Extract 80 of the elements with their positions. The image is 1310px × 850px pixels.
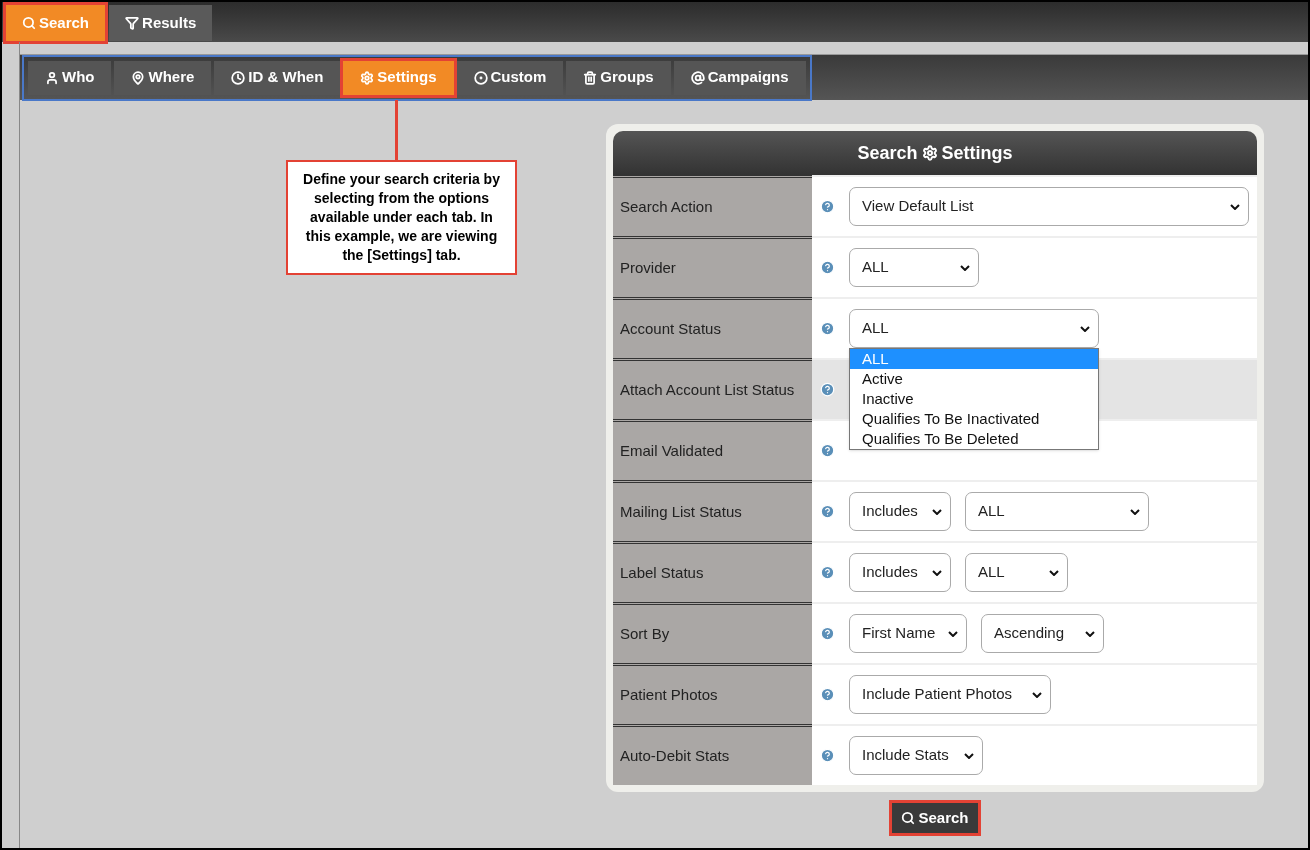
filter-icon: [125, 16, 140, 30]
help-icon[interactable]: [820, 504, 835, 519]
select-value: Includes: [862, 562, 918, 583]
row-label: Search Action: [613, 175, 812, 236]
chevron-down-icon: [1130, 508, 1140, 515]
select-field[interactable]: ALL: [965, 492, 1149, 531]
select-field[interactable]: Include Stats: [849, 736, 983, 775]
help-icon[interactable]: [820, 260, 835, 275]
select-field[interactable]: First Name: [849, 614, 967, 653]
help-icon[interactable]: [820, 687, 835, 702]
dropdown-option[interactable]: Active: [850, 369, 1098, 389]
panel-title: Settings: [941, 141, 1013, 165]
select-value: View Default List: [862, 196, 974, 217]
tab[interactable]: Custom: [456, 60, 564, 95]
callout-leader-line: [395, 100, 398, 160]
search-button[interactable]: Search: [892, 803, 978, 833]
select-value: ALL: [862, 318, 889, 339]
select-field[interactable]: Includes: [849, 492, 951, 531]
help-icon[interactable]: [820, 382, 835, 397]
help-icon[interactable]: [820, 321, 835, 336]
tab[interactable]: Campaigns: [673, 60, 806, 95]
select-field[interactable]: Includes: [849, 553, 951, 592]
row-label: Patient Photos: [613, 663, 812, 724]
select-value: ALL: [978, 562, 1005, 583]
select-field[interactable]: View Default List: [849, 187, 1249, 226]
chevron-down-icon: [1049, 569, 1059, 576]
chevron-down-icon: [932, 508, 942, 515]
help-icon[interactable]: [820, 443, 835, 458]
select-value: ALL: [862, 257, 889, 278]
settings-icon: [360, 70, 375, 85]
user-icon: [45, 70, 59, 85]
row-label: Attach Account List Status: [613, 358, 812, 419]
chevron-down-icon: [1230, 203, 1240, 210]
tab[interactable]: Where: [114, 60, 212, 95]
chevron-down-icon: [932, 569, 942, 576]
select-value: ALL: [978, 501, 1005, 522]
map-pin-icon: [131, 70, 146, 85]
callout-box: Define your search criteria by selecting from the options available under each tab. In this example, we are viewing the [Settings] tab.: [286, 160, 517, 275]
tab[interactable]: Who: [28, 60, 112, 95]
target-icon: [473, 70, 488, 85]
help-icon[interactable]: [820, 565, 835, 580]
select-field[interactable]: ALL: [849, 309, 1099, 348]
dropdown-option[interactable]: Inactive: [850, 389, 1098, 409]
at-sign-icon: [690, 70, 705, 85]
bucket-icon: [583, 70, 598, 85]
search-icon: [901, 811, 916, 825]
select-value: Include Stats: [862, 745, 949, 766]
row-label: Mailing List Status: [613, 480, 812, 541]
dropdown-option[interactable]: Qualifies To Be Inactivated: [850, 409, 1098, 429]
select-field[interactable]: Ascending: [981, 614, 1104, 653]
row-label: Account Status: [613, 297, 812, 358]
row-label: Auto-Debit Stats: [613, 724, 812, 785]
chevron-down-icon: [960, 264, 970, 271]
select-field[interactable]: ALL: [849, 248, 979, 287]
row-label: Label Status: [613, 541, 812, 602]
help-icon[interactable]: [820, 748, 835, 763]
search-icon: [22, 16, 36, 30]
select-value: Include Patient Photos: [862, 684, 1013, 705]
tab[interactable]: Groups: [566, 60, 671, 95]
tab[interactable]: ID & When: [214, 60, 341, 95]
select-field[interactable]: ALL: [965, 553, 1068, 592]
help-icon[interactable]: [820, 199, 835, 214]
dropdown-option[interactable]: Qualifies To Be Deleted: [850, 429, 1098, 449]
chevron-down-icon: [1080, 325, 1090, 332]
chevron-down-icon: [964, 752, 974, 759]
chevron-down-icon: [1032, 691, 1042, 698]
select-value: First Name: [862, 623, 936, 644]
chevron-down-icon: [948, 630, 958, 637]
row-label: Sort By: [613, 602, 812, 663]
panel-title: Search: [857, 141, 918, 165]
chevron-down-icon: [1085, 630, 1095, 637]
row-label: Provider: [613, 236, 812, 297]
select-value: Includes: [862, 501, 918, 522]
select-field[interactable]: Include Patient Photos: [849, 675, 1051, 714]
row-label: Email Validated: [613, 419, 812, 480]
settings-icon: [921, 145, 938, 161]
help-icon[interactable]: [820, 626, 835, 641]
select-value: Ascending: [994, 623, 1065, 644]
clock-icon: [231, 70, 246, 85]
top-tab[interactable]: Results: [109, 5, 213, 41]
